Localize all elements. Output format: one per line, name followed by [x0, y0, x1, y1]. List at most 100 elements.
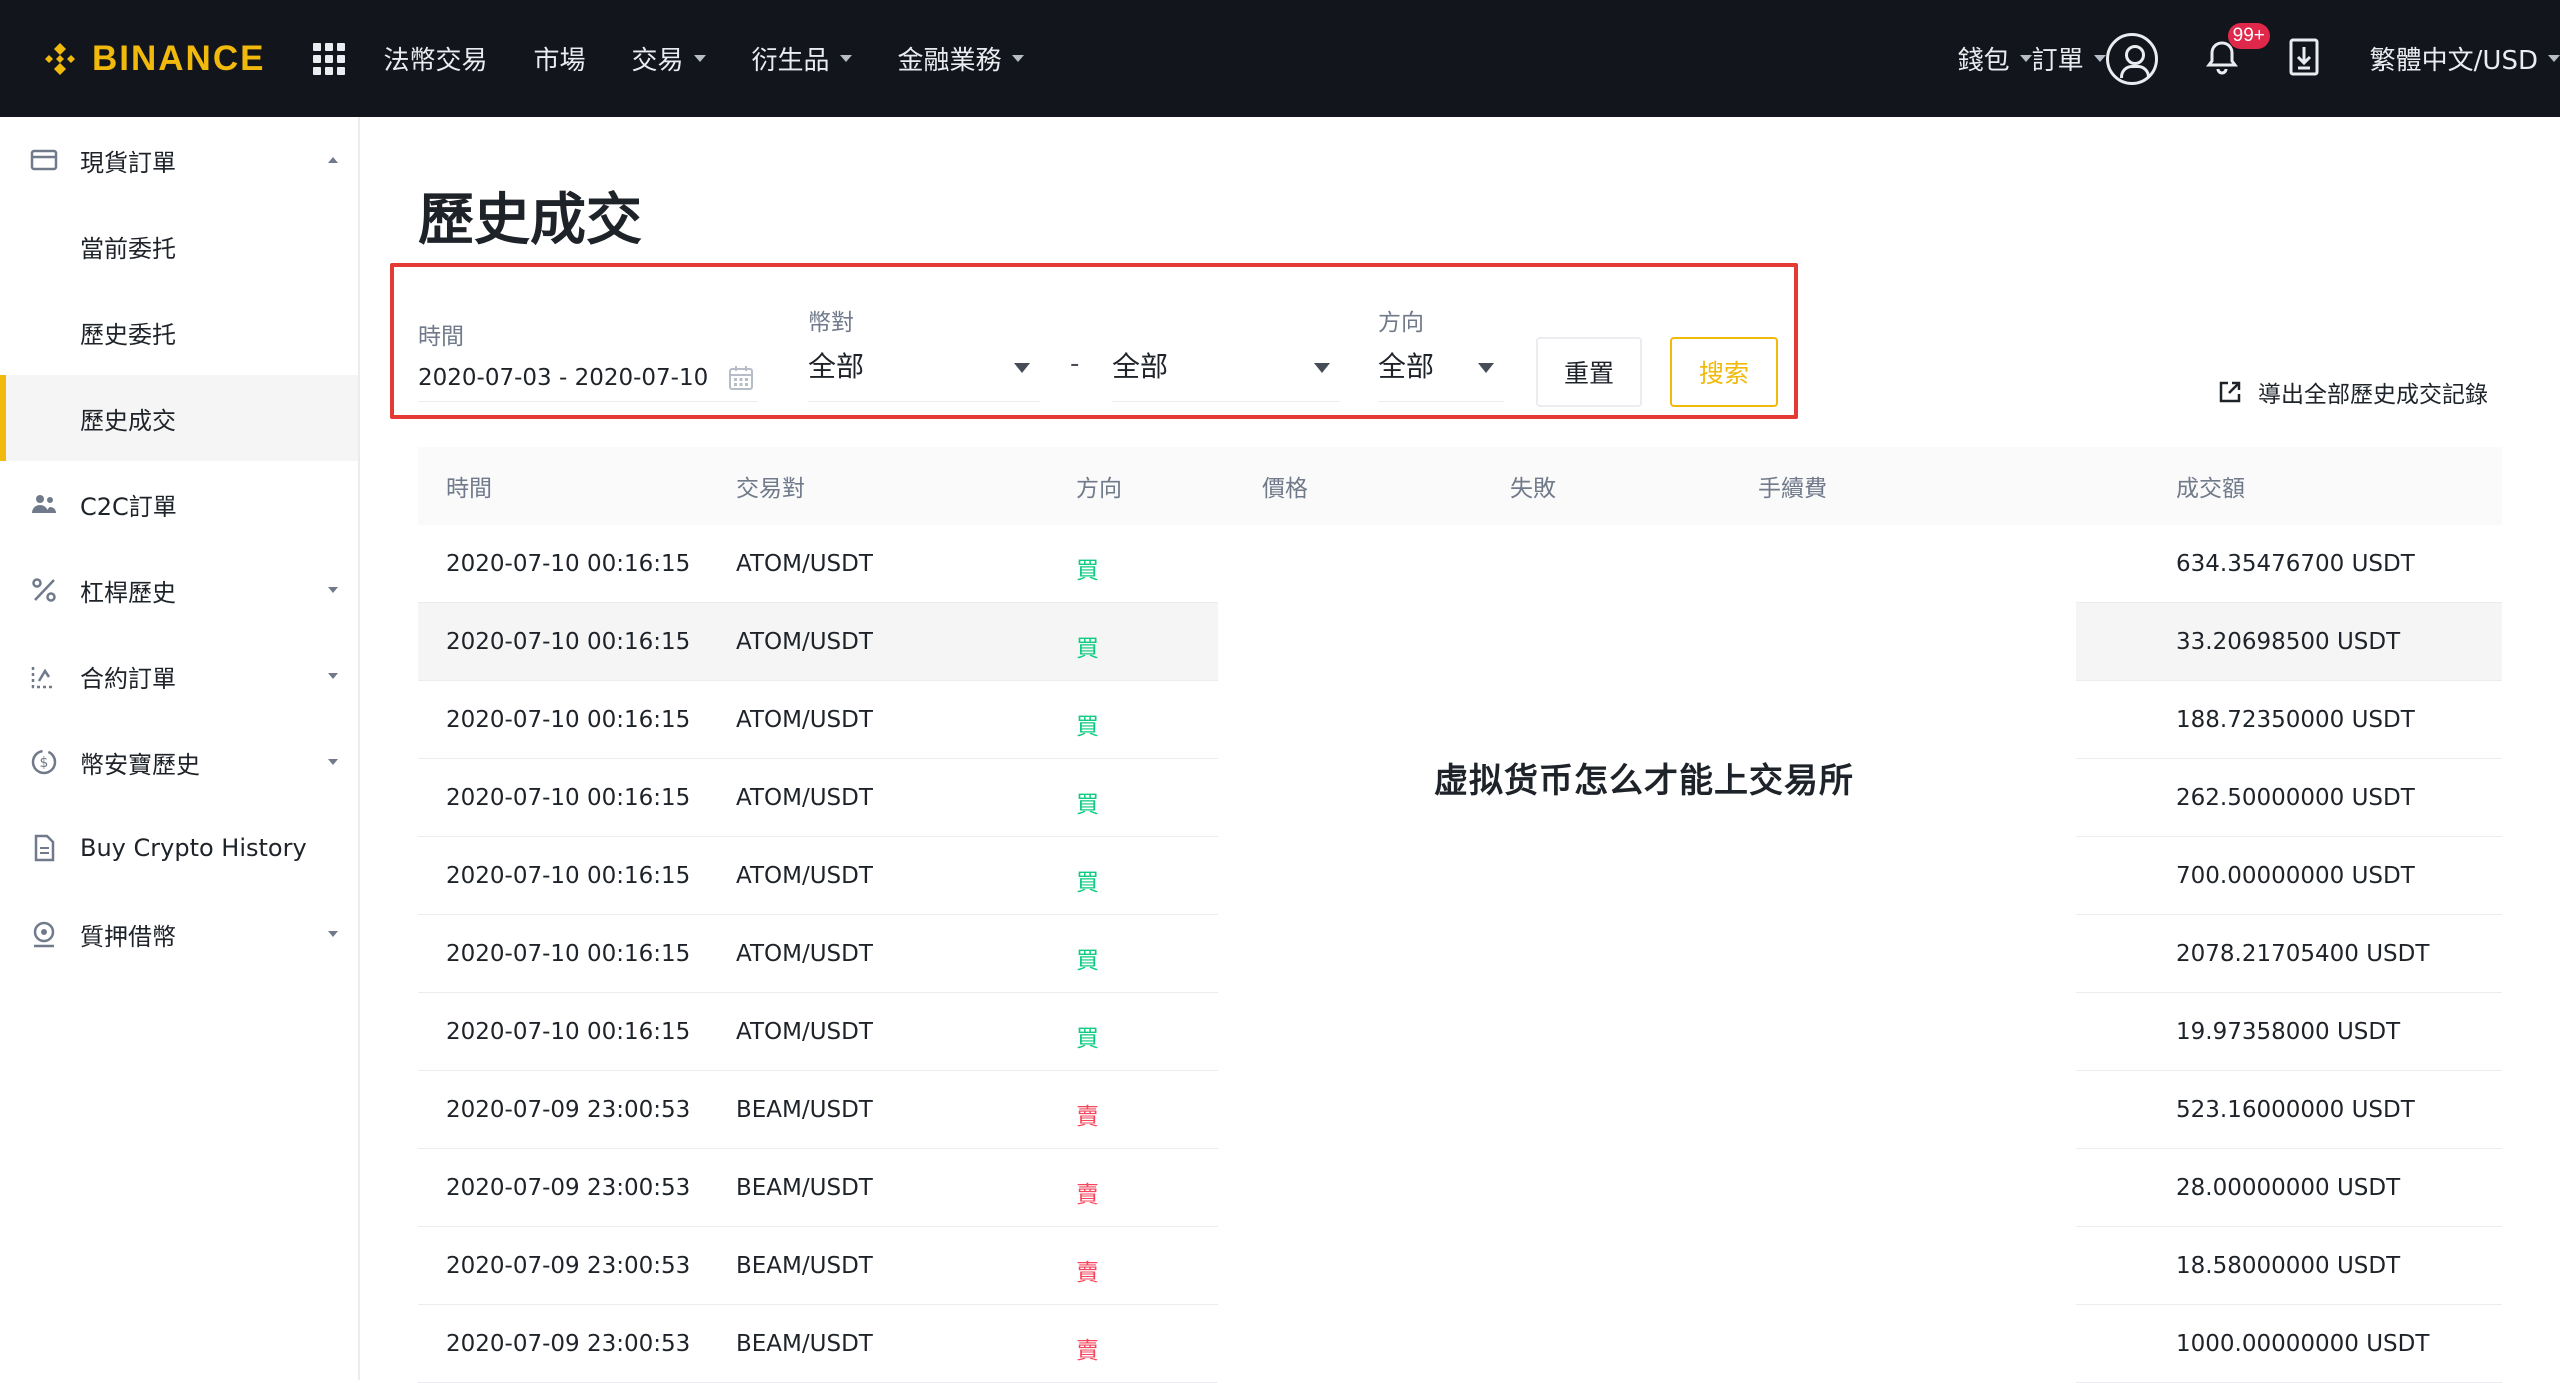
- cell-time: 2020-07-09 23:00:53: [446, 1097, 691, 1123]
- cell-time: 2020-07-10 00:16:15: [446, 629, 691, 655]
- cell-total: 634.35476700 USDT: [2176, 551, 2415, 577]
- table-row[interactable]: 2020-07-10 00:16:15 ATOM/USDT 買 634.3547670…: [418, 525, 2502, 603]
- side-value: 全部: [1378, 350, 1435, 383]
- table-row[interactable]: 2020-07-10 00:16:15 ATOM/USDT 買 188.7235000…: [418, 681, 2502, 759]
- cell-pair: BEAM/USDT: [736, 1253, 873, 1279]
- nav-label: 法幣交易: [383, 46, 488, 76]
- table-row[interactable]: 2020-07-10 00:16:15 ATOM/USDT 買 19.97358000…: [418, 993, 2502, 1071]
- nav-fiat-trade[interactable]: 法幣交易: [383, 40, 487, 77]
- binance-logo[interactable]: BINANCE: [42, 39, 265, 79]
- cell-side: 賣: [1076, 1104, 1099, 1130]
- sidebar-item-spot-orders[interactable]: 現貨訂單: [0, 117, 358, 203]
- brand-name: BINANCE: [92, 38, 266, 78]
- export-label: 導出全部歷史成交記錄: [2258, 382, 2488, 408]
- side-select[interactable]: 全部: [1378, 341, 1504, 393]
- nav-wallet[interactable]: 錢包: [1958, 40, 2032, 77]
- nav-derivatives[interactable]: 衍生品: [752, 40, 852, 77]
- sidebar-item-open-orders[interactable]: 當前委托: [0, 203, 358, 289]
- search-button[interactable]: 搜索: [1670, 337, 1778, 407]
- cell-total: 28.00000000 USDT: [2176, 1175, 2401, 1201]
- nav-label: 錢包: [1957, 46, 2010, 76]
- pair-quote-value: 全部: [1112, 350, 1169, 383]
- side-underline: [1378, 401, 1504, 402]
- cell-pair: BEAM/USDT: [736, 1175, 873, 1201]
- cell-side: 買: [1076, 636, 1099, 662]
- loan-icon: [28, 918, 60, 950]
- export-all-button[interactable]: 導出全部歷史成交記錄: [2218, 375, 2488, 409]
- cell-side: 買: [1076, 558, 1099, 584]
- cell-side: 賣: [1076, 1182, 1099, 1208]
- cell-side: 買: [1076, 714, 1099, 740]
- table-row[interactable]: 2020-07-09 23:00:53 BEAM/USDT 賣 18.58000000…: [418, 1227, 2502, 1305]
- sidebar-item-label: 幣安寶歷史: [80, 750, 200, 779]
- pair-separator: -: [1070, 349, 1080, 379]
- table-row[interactable]: 2020-07-09 23:00:53 BEAM/USDT 賣 523.1600000…: [418, 1071, 2502, 1149]
- date-range-input[interactable]: 2020-07-03 - 2020-07-10: [418, 365, 708, 391]
- chevron-down-icon: [328, 759, 338, 765]
- user-account-icon[interactable]: [2105, 32, 2158, 85]
- chevron-down-icon: [839, 55, 852, 62]
- cell-pair: BEAM/USDT: [736, 1331, 873, 1357]
- cell-total: 523.16000000 USDT: [2176, 1097, 2415, 1123]
- pair-quote-select[interactable]: 全部: [1112, 341, 1340, 393]
- table-row[interactable]: 2020-07-09 23:00:53 BEAM/USDT 賣 28.00000000…: [418, 1149, 2502, 1227]
- sidebar-item-label: Buy Crypto History: [80, 834, 307, 862]
- sidebar-item-buy-crypto-history[interactable]: Buy Crypto History: [0, 805, 358, 891]
- trade-history-table: 時間 交易對 方向 價格 失敗 手續費 成交額 2020-07-10 00:16…: [418, 447, 2502, 1383]
- nav-markets[interactable]: 市場: [533, 40, 585, 77]
- apps-grid-icon[interactable]: [313, 42, 346, 75]
- sidebar-item-margin-history[interactable]: 杠桿歷史: [0, 547, 358, 633]
- notification-bell-icon[interactable]: 99+: [2202, 22, 2270, 81]
- nav-label: 訂單: [2031, 46, 2084, 76]
- chevron-down-icon: [1478, 363, 1494, 373]
- column-header-pair: 交易對: [736, 476, 805, 502]
- sidebar-item-label: 歷史委托: [80, 320, 176, 349]
- external-link-icon: [2219, 381, 2241, 403]
- sidebar-item-futures-orders[interactable]: 合約訂單: [0, 633, 358, 719]
- cell-total: 700.00000000 USDT: [2176, 863, 2415, 889]
- cell-total: 33.20698500 USDT: [2176, 629, 2401, 655]
- table-row[interactable]: 2020-07-10 00:16:15 ATOM/USDT 買 2078.217054…: [418, 915, 2502, 993]
- cell-time: 2020-07-09 23:00:53: [446, 1253, 691, 1279]
- cell-time: 2020-07-09 23:00:53: [446, 1331, 691, 1357]
- calendar-icon[interactable]: [728, 365, 754, 391]
- pair-base-underline: [808, 401, 1040, 402]
- cell-pair: ATOM/USDT: [736, 551, 873, 577]
- cell-total: 19.97358000 USDT: [2176, 1019, 2401, 1045]
- cell-pair: ATOM/USDT: [736, 941, 873, 967]
- main-nav: 法幣交易 市場 交易 衍生品 金融業務: [383, 40, 1069, 77]
- reset-button[interactable]: 重置: [1536, 337, 1642, 407]
- table-row[interactable]: 2020-07-10 00:16:15 ATOM/USDT 買 33.20698500…: [418, 603, 2502, 681]
- pair-base-select[interactable]: 全部: [808, 341, 1040, 393]
- nav-orders[interactable]: 訂單: [2032, 40, 2106, 77]
- svg-text:$: $: [40, 755, 49, 771]
- table-row[interactable]: 2020-07-09 23:00:53 BEAM/USDT 賣 1000.000000…: [418, 1305, 2502, 1383]
- nav-trade[interactable]: 交易: [631, 40, 706, 77]
- nav-finance[interactable]: 金融業務: [898, 40, 1024, 77]
- cell-pair: ATOM/USDT: [736, 629, 873, 655]
- table-header: 時間 交易對 方向 價格 失敗 手續費 成交額: [418, 447, 2502, 525]
- cell-total: 188.72350000 USDT: [2176, 707, 2415, 733]
- cell-pair: ATOM/USDT: [736, 707, 873, 733]
- table-row[interactable]: 2020-07-10 00:16:15 ATOM/USDT 買 700.0000000…: [418, 837, 2502, 915]
- page-title: 歷史成交: [418, 188, 642, 253]
- chevron-down-icon: [1011, 55, 1024, 62]
- chevron-down-icon: [2548, 55, 2560, 62]
- sidebar-item-trade-history[interactable]: 歷史成交: [0, 375, 358, 461]
- cell-total: 2078.21705400 USDT: [2176, 941, 2430, 967]
- cell-total: 18.58000000 USDT: [2176, 1253, 2401, 1279]
- sidebar: 現貨訂單 當前委托 歷史委托 歷史成交 C2C訂單 杠桿歷史 合約訂單 $ 幣安…: [0, 117, 360, 1380]
- cell-side: 賣: [1076, 1260, 1099, 1286]
- sidebar-item-c2c-orders[interactable]: C2C訂單: [0, 461, 358, 547]
- time-filter-label: 時間: [418, 324, 464, 350]
- cell-time: 2020-07-10 00:16:15: [446, 707, 691, 733]
- download-app-icon[interactable]: [2288, 37, 2328, 81]
- coin-icon: $: [28, 746, 60, 778]
- sidebar-item-crypto-loans[interactable]: 質押借幣: [0, 891, 358, 977]
- sidebar-item-order-history[interactable]: 歷史委托: [0, 289, 358, 375]
- cell-time: 2020-07-09 23:00:53: [446, 1175, 691, 1201]
- sidebar-item-savings-history[interactable]: $ 幣安寶歷史: [0, 719, 358, 805]
- cell-side: 賣: [1076, 1338, 1099, 1364]
- pair-quote-underline: [1112, 401, 1340, 402]
- language-currency-selector[interactable]: 繁體中文/USD: [2370, 40, 2560, 77]
